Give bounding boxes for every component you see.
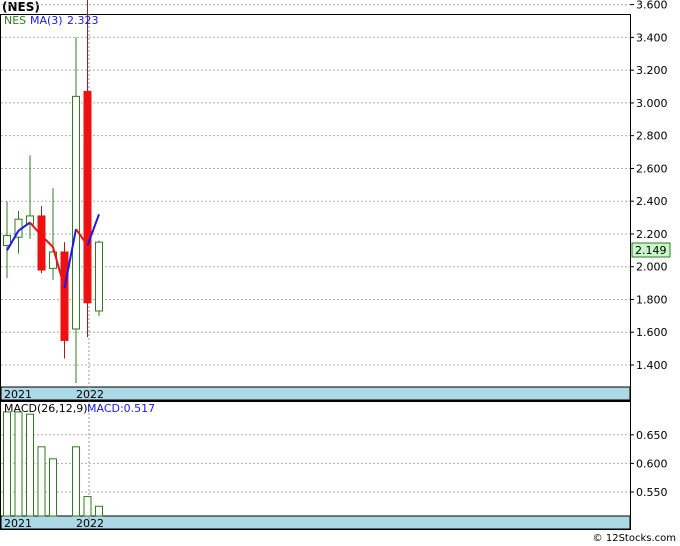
macd-axis-ticks: 0.550 0.600 0.650 [630,429,668,499]
macd-bar [83,496,92,517]
macd-bar [72,446,80,517]
price-axis-ticks: 1.400 1.600 1.800 2.000 2.200 2.400 2.600 2.800… [630,0,668,372]
price-tick-label: 2.800 [636,130,668,143]
price-tick-label: 3.000 [636,97,668,110]
macd-bar [95,505,103,517]
stock-chart: 1.400 1.600 1.800 2.000 2.200 2.400 2.600 2.800… [0,0,671,530]
price-tick-label: 3.400 [636,31,668,44]
candle-body-up [72,95,80,330]
price-x-label-2021: 2021 [4,388,32,401]
macd-tick-label: 0.550 [636,486,668,499]
macd-tick-label: 0.600 [636,457,668,470]
price-panel-frame [0,14,631,401]
candle [72,37,80,384]
macd-x-label-2021: 2021 [4,517,32,530]
macd-x-label-2022: 2022 [76,517,104,530]
macd-tick-label: 0.650 [636,429,668,442]
price-tick-label: 2.000 [636,261,668,274]
candle [37,206,46,274]
macd-bar [3,411,11,517]
price-tick-label: 2.600 [636,162,668,175]
macd-bar [37,446,46,517]
candle-body-down [37,215,46,271]
macd-bar [14,411,23,517]
ma-legend-value: 2.323 [67,14,99,27]
price-tick-label: 2.200 [636,228,668,241]
price-tick-label: 1.800 [636,293,668,306]
price-x-label-2022: 2022 [76,388,104,401]
candle-body-down [60,251,69,341]
price-tick-label: 3.600 [636,0,668,12]
price-tick-label: 1.400 [636,359,668,372]
macd-legend-label: MACD(26,12,9) [4,402,88,415]
macd-bars [3,411,103,517]
candle-body-up [3,235,11,246]
last-price-label: 2.149 [635,244,667,257]
candle [95,240,103,316]
macd-gridlines [1,434,630,493]
candle [60,242,69,359]
price-tick-label: 2.400 [636,195,668,208]
price-tick-label: 3.200 [636,64,668,77]
candle-body-down [83,90,92,304]
copyright-notice: © 12Stocks.com [592,533,676,544]
macd-bar [26,413,34,517]
candle [83,0,92,338]
candle-body-up [95,241,103,312]
ma-legend-label: MA(3) [30,14,63,27]
ticker-legend: NES [4,14,26,27]
macd-bar [49,458,57,517]
candles [3,0,103,384]
macd-legend-value: MACD:0.517 [87,402,155,415]
price-tick-label: 1.600 [636,326,668,339]
